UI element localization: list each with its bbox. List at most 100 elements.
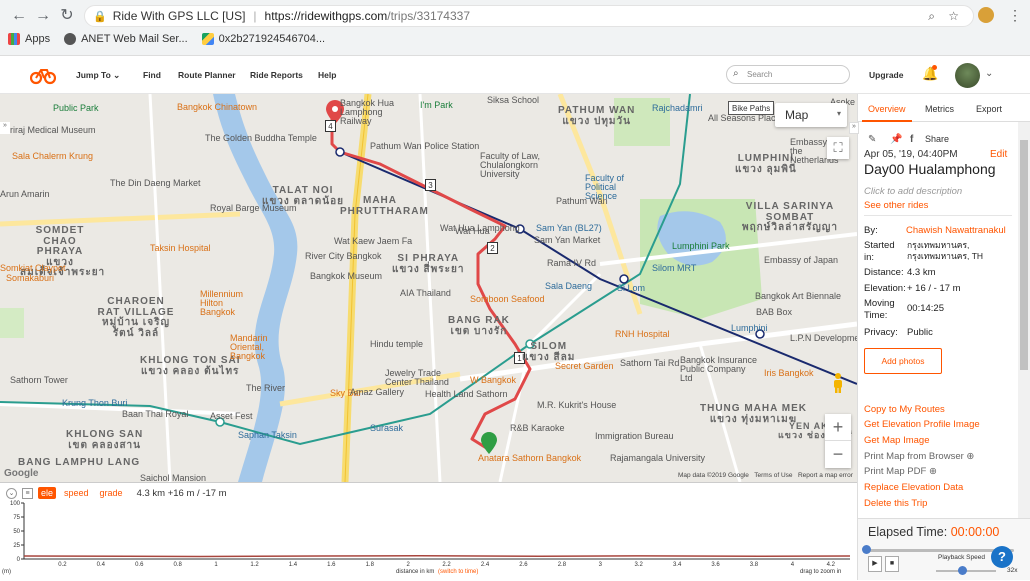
tab-overview[interactable]: Overview xyxy=(868,104,906,114)
zoom-out-button[interactable]: − xyxy=(825,441,851,468)
map-view[interactable]: 4 3 2 1 PATHUM WAN แขวง ปทุมวัน LUMPHINI แ… xyxy=(0,94,857,482)
print-browser-link[interactable]: Print Map from Browser ⊕ xyxy=(864,451,974,462)
profile-icon[interactable] xyxy=(978,7,994,23)
zoom-magnifier-icon[interactable]: ⌕ xyxy=(928,9,935,24)
play-icon[interactable]: ▶ xyxy=(868,556,882,572)
poi-label[interactable]: Rajamangala University xyxy=(610,454,705,463)
scroll-thumb[interactable] xyxy=(1020,140,1028,370)
elevation-image-link[interactable]: Get Elevation Profile Image xyxy=(864,419,980,430)
terms-link[interactable]: Terms of Use xyxy=(754,472,792,479)
poi-label[interactable]: Silom MRT xyxy=(652,264,696,273)
poi-label[interactable]: Lumphini xyxy=(731,324,768,333)
poi-label[interactable]: W Bangkok xyxy=(470,376,516,385)
poi-label[interactable]: Somakaburi xyxy=(6,274,54,283)
playback-knob[interactable] xyxy=(862,545,871,554)
poi-label[interactable]: Secret Garden xyxy=(555,362,614,371)
route-marker[interactable]: 3 xyxy=(425,179,436,191)
poi-label[interactable]: Surasak xyxy=(370,424,403,433)
nav-ride-reports[interactable]: Ride Reports xyxy=(250,70,303,80)
poi-label[interactable]: Mandarin Oriental, Bangkok xyxy=(230,334,300,361)
poi-label[interactable]: Rajchadamri xyxy=(652,104,703,113)
poi-label[interactable]: Bangkok Chinatown xyxy=(177,103,257,112)
ridewithgps-logo-icon[interactable] xyxy=(30,65,56,85)
poi-label[interactable]: Si Lom xyxy=(617,284,645,293)
poi-label[interactable]: The Din Daeng Market xyxy=(110,179,201,188)
poi-label[interactable]: Arun Amarin xyxy=(0,190,50,199)
description-placeholder[interactable]: Click to add description xyxy=(864,186,962,197)
author-link[interactable]: Chawish Nawattranakul xyxy=(906,225,1006,237)
poi-label[interactable]: Bangkok Insurance Public Company Ltd xyxy=(680,356,760,383)
poi-label[interactable]: Sam Yan Market xyxy=(534,236,600,245)
poi-label[interactable]: Faculty of Law, Chulalongkorn University xyxy=(480,152,550,179)
poi-label[interactable]: All Seasons Place xyxy=(708,114,781,123)
poi-label[interactable]: Jewelry Trade Center Thailand xyxy=(385,369,455,387)
bike-paths-toggle[interactable]: Bike Paths xyxy=(728,101,775,115)
poi-label[interactable]: Iris Bangkok xyxy=(764,369,814,378)
poi-label[interactable]: Siriraj Medical Museum xyxy=(2,126,96,135)
bookmark-apps[interactable]: Apps xyxy=(8,33,50,45)
bookmark-hash[interactable]: 0x2b271924546704... xyxy=(201,33,325,45)
poi-label[interactable]: BAB Box xyxy=(756,308,792,317)
poi-label[interactable]: Krung Thon Buri xyxy=(62,399,127,408)
poi-label[interactable]: Pathum Wan Police Station xyxy=(370,142,479,151)
poi-label[interactable]: Amaz Gallery xyxy=(350,388,404,397)
stop-icon[interactable]: ■ xyxy=(885,556,899,572)
poi-label[interactable]: The Golden Buddha Temple xyxy=(205,134,317,143)
poi-label[interactable]: Wat Hua xyxy=(455,227,490,236)
route-marker[interactable]: 4 xyxy=(325,120,336,132)
replace-elevation-link[interactable]: Replace Elevation Data xyxy=(864,482,963,493)
report-error-link[interactable]: Report a map error xyxy=(798,472,853,479)
poi-label[interactable]: Hindu temple xyxy=(370,340,423,349)
poi-label[interactable]: Immigration Bureau xyxy=(595,432,674,441)
poi-label[interactable]: The River xyxy=(246,384,285,393)
poi-label[interactable]: R&B Karaoke xyxy=(510,424,565,433)
poi-label[interactable]: Health Land Sathorn xyxy=(425,390,508,399)
poi-label[interactable]: L.P.N Development xyxy=(790,334,857,343)
chevron-down-icon[interactable]: ⌄ xyxy=(985,68,993,79)
poi-label[interactable]: AIA Thailand xyxy=(400,289,451,298)
edit-icon[interactable]: ✎ xyxy=(868,134,876,145)
poi-label[interactable]: Public Park xyxy=(53,104,99,113)
pin-icon[interactable]: 📌 xyxy=(890,134,902,145)
poi-label[interactable]: Sala Chalerm Krung xyxy=(12,152,93,161)
bookmark-anet[interactable]: ANET Web Mail Ser... xyxy=(64,33,188,45)
fullscreen-icon[interactable]: ⛶ xyxy=(827,137,849,159)
menu-kebab-icon[interactable]: ⋮ xyxy=(1008,7,1022,24)
poi-label[interactable]: Bangkok Hua Lamphong Railway xyxy=(340,99,410,126)
star-icon[interactable]: ☆ xyxy=(948,9,959,23)
elevation-chart[interactable]: 100 75 50 25 0 0.2 0.4 0.6 0.8 1 1.2 1.4 1.6 1.8 2 2.2… xyxy=(0,497,857,581)
poi-label[interactable]: Anatara Sathorn Bangkok xyxy=(478,454,581,463)
poi-label[interactable]: Bangkok Art Biennale xyxy=(755,292,845,301)
avatar[interactable] xyxy=(955,63,980,88)
poi-label[interactable]: River City Bangkok xyxy=(305,252,382,261)
delete-trip-link[interactable]: Delete this Trip xyxy=(864,498,927,509)
poi-label[interactable]: Wat Kaew Jaem Fa xyxy=(334,237,412,246)
map-image-link[interactable]: Get Map Image xyxy=(864,435,929,446)
poi-label[interactable]: Asset Fest xyxy=(210,412,253,421)
nav-jump-to[interactable]: Jump To ⌄ xyxy=(76,70,120,81)
poi-label[interactable]: Saichol Mansion xyxy=(140,474,206,483)
nav-route-planner[interactable]: Route Planner xyxy=(178,70,236,80)
poi-label[interactable]: Sathorn Tower xyxy=(10,376,68,385)
poi-label[interactable]: Siksa School xyxy=(487,96,539,105)
print-pdf-link[interactable]: Print Map PDF ⊕ xyxy=(864,466,937,477)
poi-label[interactable]: Millennium Hilton Bangkok xyxy=(200,290,260,317)
poi-label[interactable]: Somkiat Claypot xyxy=(0,264,66,273)
poi-label[interactable]: Bangkok Museum xyxy=(310,272,382,281)
back-arrow-icon[interactable]: ← xyxy=(10,7,28,25)
help-icon[interactable]: ? xyxy=(991,546,1013,568)
tab-export[interactable]: Export xyxy=(976,104,1002,114)
edit-link[interactable]: Edit xyxy=(990,149,1007,160)
poi-label[interactable]: Somboon Seafood xyxy=(470,295,545,304)
zoom-in-button[interactable]: + xyxy=(825,414,851,441)
expand-left-icon[interactable]: » xyxy=(0,122,10,134)
collapse-sidebar-icon[interactable]: » xyxy=(849,122,859,134)
upgrade-link[interactable]: Upgrade xyxy=(869,70,903,80)
poi-label[interactable]: Baan Thai Royal xyxy=(122,410,188,419)
share-link[interactable]: Share xyxy=(925,134,949,144)
facebook-icon[interactable]: f xyxy=(910,134,913,145)
add-photos-button[interactable]: Add photos xyxy=(864,348,942,374)
nav-help[interactable]: Help xyxy=(318,70,336,80)
poi-label[interactable]: Saphan Taksin xyxy=(238,431,297,440)
nav-find[interactable]: Find xyxy=(143,70,161,80)
